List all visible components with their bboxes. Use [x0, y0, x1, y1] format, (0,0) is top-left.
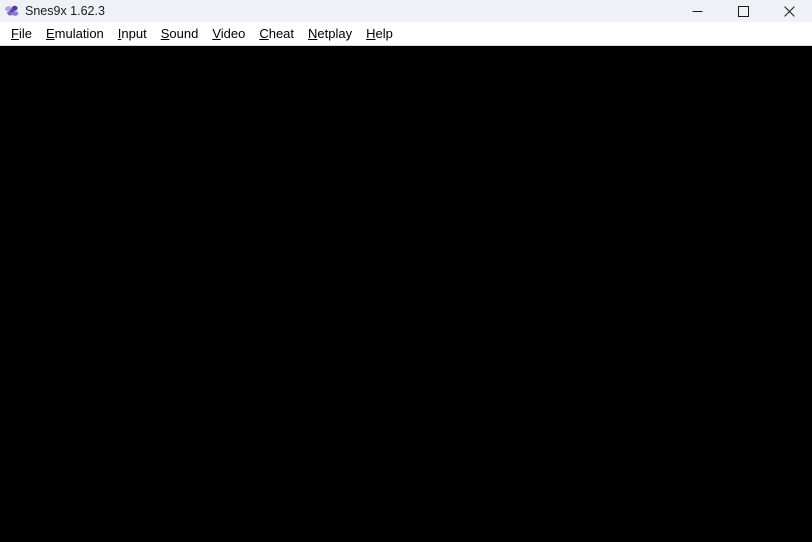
close-button[interactable] [766, 0, 812, 22]
menu-item-emulation-label: mulation [54, 25, 104, 41]
maximize-icon [737, 5, 749, 17]
menu-item-netplay-accel: N [308, 25, 318, 41]
emulation-viewport[interactable] [0, 46, 812, 542]
menu-item-netplay-label: etplay [317, 25, 353, 41]
menu-bar: File Emulation Input Sound Video Cheat N… [0, 22, 812, 46]
window-controls [674, 0, 812, 22]
minimize-icon [692, 6, 703, 17]
snes9x-logo-icon [4, 4, 20, 19]
menu-item-video-accel: V [212, 25, 221, 41]
maximize-button[interactable] [720, 0, 766, 22]
menu-item-cheat[interactable]: Cheat [252, 23, 301, 45]
menu-item-cheat-label: heat [268, 25, 295, 41]
close-icon [783, 5, 795, 17]
menu-item-help-label: elp [375, 25, 393, 41]
snes9x-main-window: Snes9x 1.62.3 File Emulation Input Sound… [0, 0, 812, 542]
title-bar[interactable]: Snes9x 1.62.3 [0, 0, 812, 22]
menu-item-help[interactable]: Help [359, 23, 400, 45]
window-title: Snes9x 1.62.3 [25, 4, 105, 18]
menu-item-emulation-accel: E [45, 25, 55, 41]
menu-item-file[interactable]: File [4, 23, 39, 45]
menu-item-file-accel: F [11, 25, 19, 41]
menu-item-sound[interactable]: Sound [154, 23, 206, 45]
menu-item-video[interactable]: Video [205, 23, 252, 45]
menu-item-netplay[interactable]: Netplay [301, 23, 359, 45]
menu-item-cheat-accel: C [259, 25, 269, 41]
menu-item-emulation[interactable]: Emulation [39, 23, 111, 45]
menu-item-help-accel: H [366, 25, 376, 41]
menu-item-input-label: nput [121, 25, 147, 41]
menu-item-sound-label: ound [169, 25, 199, 41]
menu-item-video-label: ideo [220, 25, 246, 41]
menu-item-input[interactable]: Input [111, 23, 154, 45]
menu-item-file-label: ile [18, 25, 32, 41]
minimize-button[interactable] [674, 0, 720, 22]
